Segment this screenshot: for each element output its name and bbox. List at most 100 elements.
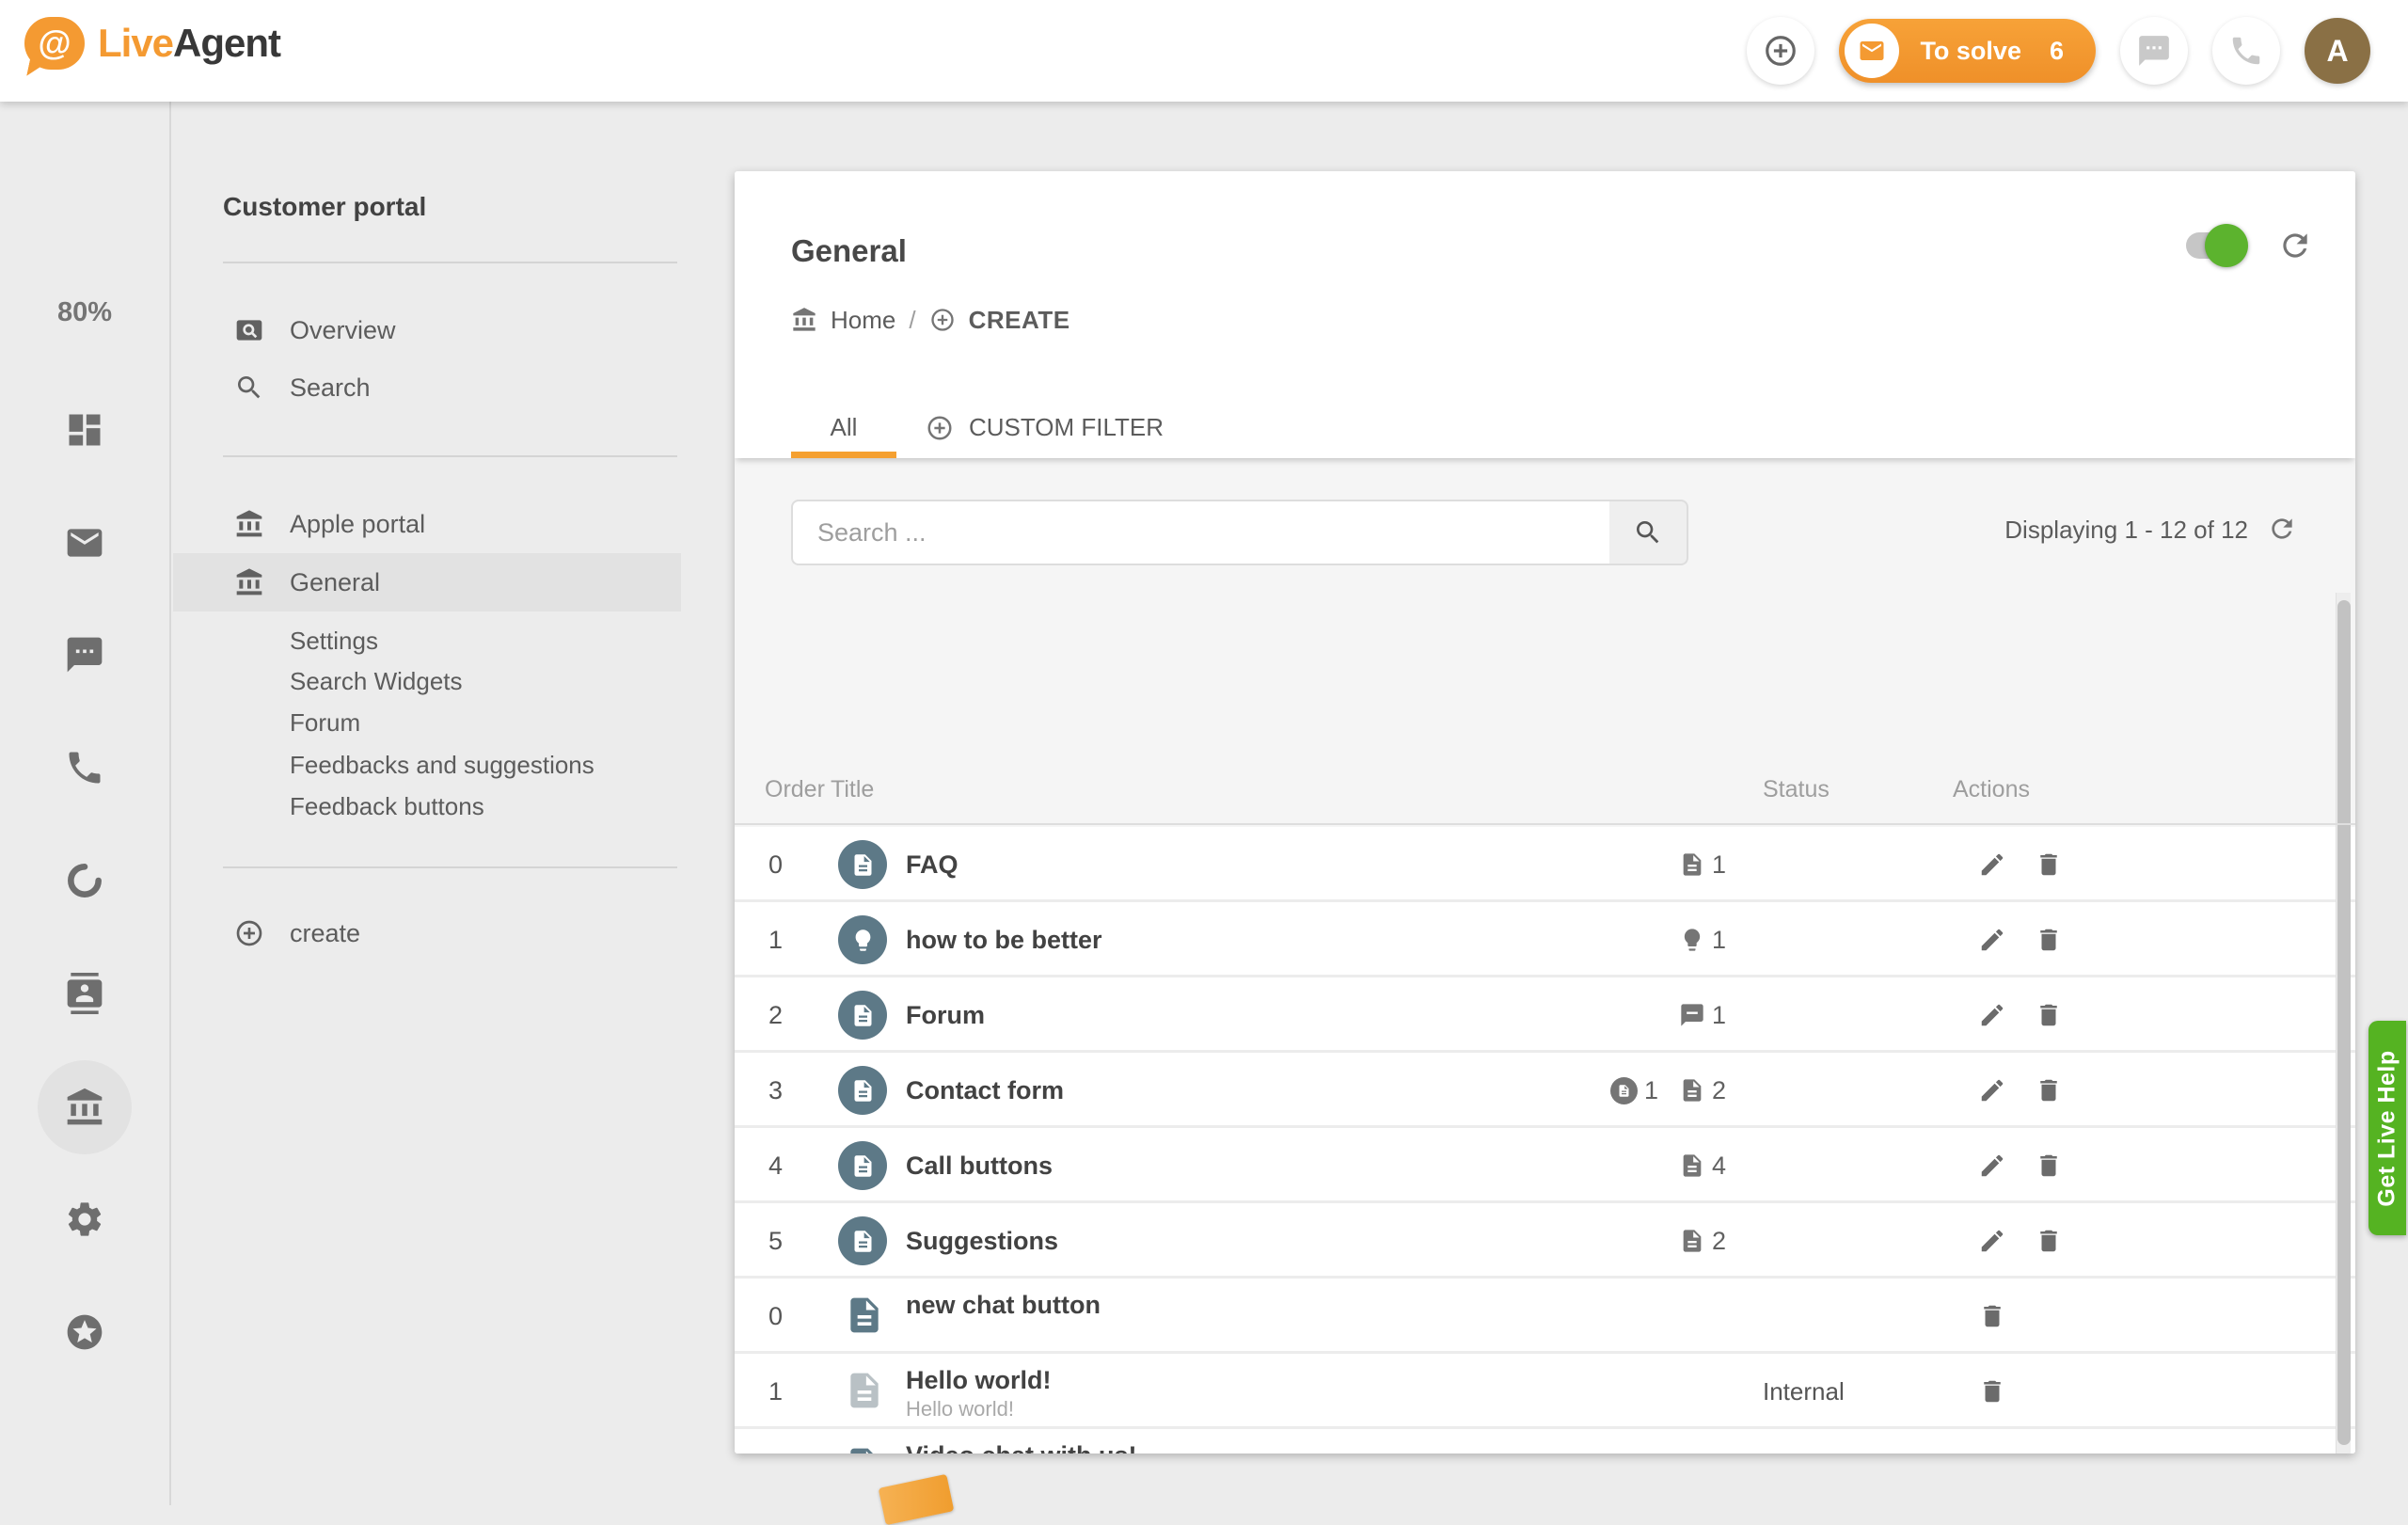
rail-item-customer-portal[interactable] xyxy=(58,1081,111,1134)
refresh-button[interactable] xyxy=(2277,228,2313,263)
plus-circle-icon xyxy=(926,414,954,442)
to-solve-label: To solve xyxy=(1920,37,2021,66)
row-title[interactable]: FAQ xyxy=(906,850,1564,880)
edit-button[interactable] xyxy=(1978,1152,2006,1180)
table-row[interactable]: 4 Call buttons 4 xyxy=(735,1128,2355,1203)
table-row[interactable]: 5 Suggestions 2 xyxy=(735,1203,2355,1279)
rail-item-tickets[interactable] xyxy=(58,516,111,569)
sidebar-item-general[interactable]: General xyxy=(173,553,681,612)
search-input[interactable] xyxy=(793,501,1609,564)
column-title: Title xyxy=(831,776,874,803)
row-title[interactable]: Suggestions xyxy=(906,1226,1564,1256)
add-new-button[interactable] xyxy=(1747,17,1814,85)
column-actions: Actions xyxy=(1953,776,2030,803)
badge-count: 1 xyxy=(1712,850,1726,880)
chats-header-button[interactable] xyxy=(2120,17,2188,85)
sidebar-subitem-search-widgets[interactable]: Search Widgets xyxy=(290,660,647,702)
table-header: Order Title Status Actions xyxy=(735,759,2355,825)
row-badges: 12 xyxy=(1610,1053,1726,1128)
delete-button[interactable] xyxy=(1978,1377,2006,1406)
table-row[interactable]: 1 Hello world! Hello world! Internal xyxy=(735,1354,2355,1429)
search-button[interactable] xyxy=(1609,500,1688,565)
sidebar-subitem-feedback-buttons[interactable]: Feedback buttons xyxy=(290,786,647,827)
sidebar-item-label: Overview xyxy=(290,316,396,345)
edit-button[interactable] xyxy=(1978,1076,2006,1104)
table-scrollbar-track[interactable] xyxy=(2336,593,2351,1454)
table-row[interactable]: 2 Forum 1 xyxy=(735,977,2355,1053)
row-title[interactable]: how to be better xyxy=(906,925,1564,955)
toggle-knob xyxy=(2205,224,2248,267)
logo-bubble-icon: @ xyxy=(24,17,85,70)
table-row[interactable]: 3 Contact form 12 xyxy=(735,1053,2355,1128)
sidebar-subitem-settings[interactable]: Settings xyxy=(290,620,647,661)
row-title[interactable]: Call buttons xyxy=(906,1151,1564,1181)
row-title[interactable]: Forum xyxy=(906,1000,1564,1030)
table-row[interactable]: 1 how to be better 1 xyxy=(735,902,2355,977)
header-actions: To solve 6 A xyxy=(1747,0,2370,102)
delete-button[interactable] xyxy=(1978,1302,2006,1330)
row-badges: 4 xyxy=(1679,1128,1726,1203)
table-row[interactable]: 0 new chat button xyxy=(735,1279,2355,1354)
home-bank-icon xyxy=(791,307,817,333)
row-title[interactable]: Hello world! xyxy=(906,1365,1564,1395)
edit-button[interactable] xyxy=(1978,850,2006,879)
dashboard-icon xyxy=(64,409,105,451)
bulb-count-badge: 1 xyxy=(1679,926,1726,955)
calls-header-button[interactable] xyxy=(2212,17,2280,85)
sidebar-item-search[interactable]: Search xyxy=(173,367,681,408)
delete-button[interactable] xyxy=(2035,1227,2063,1255)
tab-all[interactable]: All xyxy=(791,397,896,458)
rail-item-chats[interactable] xyxy=(58,628,111,681)
table-row[interactable]: 2 Video chat with us! Click the call but… xyxy=(735,1429,2355,1454)
table-scrollbar-thumb[interactable] xyxy=(2337,600,2351,1445)
mail-icon xyxy=(64,522,105,564)
sidebar-subitem-feedbacks[interactable]: Feedbacks and suggestions xyxy=(290,744,647,786)
row-titles: Call buttons xyxy=(906,1128,1564,1203)
subitem-label: Feedbacks and suggestions xyxy=(290,751,594,780)
rail-item-settings[interactable] xyxy=(58,1193,111,1246)
table-row[interactable]: 0 FAQ 1 xyxy=(735,827,2355,902)
breadcrumb-separator: / xyxy=(909,306,915,335)
list-refresh-button[interactable] xyxy=(2267,514,2297,544)
delete-button[interactable] xyxy=(1978,1453,2006,1454)
tab-custom-filter[interactable]: CUSTOM FILTER xyxy=(926,397,1164,458)
breadcrumb-create[interactable]: CREATE xyxy=(969,306,1070,335)
portal-enabled-toggle[interactable] xyxy=(2186,232,2241,259)
doc-count-badge: 1 xyxy=(1679,850,1726,880)
edit-button[interactable] xyxy=(1978,1227,2006,1255)
row-title[interactable]: Video chat with us! xyxy=(906,1440,1564,1454)
top-header: @ LiveAgent To solve 6 A xyxy=(0,0,2408,102)
delete-button[interactable] xyxy=(2035,926,2063,954)
sidebar-subitem-forum[interactable]: Forum xyxy=(290,702,647,743)
rail-item-rewards[interactable] xyxy=(58,1306,111,1358)
get-live-help-tab[interactable]: Get Live Help xyxy=(2368,1021,2406,1235)
rail-item-dashboard[interactable] xyxy=(58,404,111,456)
search-icon xyxy=(1633,517,1663,548)
chat-bubble-icon xyxy=(2136,33,2172,69)
edit-button[interactable] xyxy=(1978,1001,2006,1029)
avatar-letter: A xyxy=(2326,34,2348,69)
delete-button[interactable] xyxy=(2035,1001,2063,1029)
row-title[interactable]: new chat button xyxy=(906,1290,1564,1320)
article-doc-icon xyxy=(844,1438,885,1454)
sidebar-item-overview[interactable]: Overview xyxy=(173,310,681,351)
badge-count: 1 xyxy=(1712,1001,1726,1030)
rail-item-contacts[interactable] xyxy=(58,967,111,1020)
edit-button[interactable] xyxy=(1978,926,2006,954)
liveagent-logo[interactable]: @ LiveAgent xyxy=(24,17,280,70)
delete-button[interactable] xyxy=(2035,1076,2063,1104)
row-order: 1 xyxy=(768,1354,783,1429)
chat-widget-peek[interactable] xyxy=(879,1474,955,1525)
row-title[interactable]: Contact form xyxy=(906,1075,1564,1105)
delete-button[interactable] xyxy=(2035,1152,2063,1180)
refresh-icon xyxy=(2277,228,2313,263)
sidebar-item-apple-portal[interactable]: Apple portal xyxy=(173,503,681,545)
rail-item-calls[interactable] xyxy=(58,741,111,794)
page-title: General xyxy=(791,233,907,269)
breadcrumb-home[interactable]: Home xyxy=(831,306,895,335)
to-solve-button[interactable]: To solve 6 xyxy=(1839,19,2096,83)
rail-item-pending[interactable] xyxy=(58,854,111,907)
delete-button[interactable] xyxy=(2035,850,2063,879)
sidebar-item-create[interactable]: create xyxy=(173,913,681,954)
user-avatar[interactable]: A xyxy=(2305,18,2370,84)
